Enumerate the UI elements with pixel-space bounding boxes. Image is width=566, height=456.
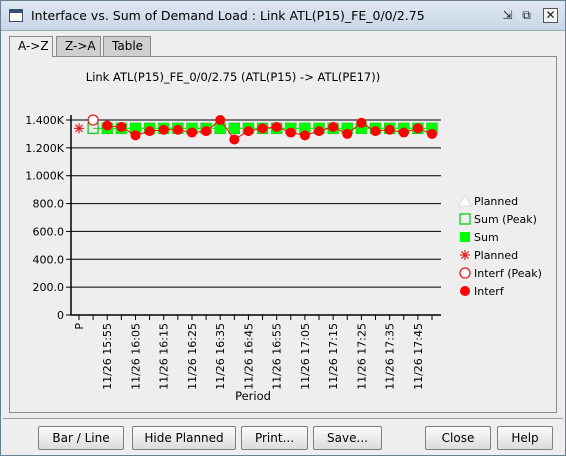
x-tick-label: 11/26 17:25: [355, 323, 368, 390]
data-point: [243, 126, 254, 137]
chart: Link ATL(P15)_FE_0/0/2.75 (ATL(P15) -> A…: [25, 70, 542, 403]
close-button[interactable]: Close: [425, 426, 491, 450]
legend-icon-square-filled: [460, 232, 470, 242]
legend-icon-asterisk: [460, 250, 470, 260]
legend-label: Planned: [474, 195, 518, 208]
help-button[interactable]: Help: [497, 426, 553, 450]
y-tick-label: 1.400K: [25, 114, 64, 127]
x-tick-label: 11/26 15:55: [101, 323, 114, 390]
data-point: [130, 130, 141, 141]
data-point: [116, 121, 127, 132]
data-point: [328, 121, 339, 132]
x-tick-label: 11/26 16:45: [242, 323, 255, 390]
data-point: [229, 134, 240, 145]
data-point: [271, 121, 282, 132]
legend-icon-circle-open: [459, 267, 471, 279]
restore-icon[interactable]: ⇲: [500, 8, 515, 23]
legend-label: Sum: [474, 231, 499, 244]
data-point: [398, 127, 409, 138]
chart-title: Link ATL(P15)_FE_0/0/2.75 (ATL(P15) -> A…: [86, 70, 380, 84]
data-point: [384, 124, 395, 135]
data-point: [285, 127, 296, 138]
chart-panel: Link ATL(P15)_FE_0/0/2.75 (ATL(P15) -> A…: [9, 56, 557, 413]
save-button[interactable]: Save...: [313, 426, 382, 450]
data-point: [186, 127, 197, 138]
x-tick-label: 11/26 17:15: [327, 323, 340, 390]
legend-icon-square-open: [459, 213, 471, 225]
data-point: [370, 126, 381, 137]
chart-window: Interface vs. Sum of Demand Load : Link …: [0, 0, 566, 456]
x-tick-label: 11/26 16:35: [214, 323, 227, 390]
y-tick-label: 0: [57, 309, 64, 322]
y-tick-label: 600.0: [33, 225, 65, 238]
data-point: [257, 123, 268, 134]
series-line: [107, 119, 433, 141]
tab-a-to-z[interactable]: A->Z: [9, 36, 53, 57]
tab-table[interactable]: Table: [103, 36, 151, 56]
data-point: [356, 117, 367, 128]
close-window-icon[interactable]: ✕: [543, 8, 558, 23]
data-point: [144, 126, 155, 137]
tab-z-to-a[interactable]: Z->A: [56, 36, 101, 56]
x-tick-label: 11/26 16:25: [186, 323, 199, 390]
y-tick-label: 400.0: [33, 253, 65, 266]
legend-label: Interf: [474, 285, 505, 298]
hide-planned-button[interactable]: Hide Planned: [132, 426, 236, 450]
x-tick-label: 11/26 17:35: [384, 323, 397, 390]
data-point: [102, 120, 113, 131]
y-tick-label: 800.0: [33, 198, 65, 211]
bar-line-button[interactable]: Bar / Line: [38, 426, 124, 450]
x-tick-label: 11/26 16:05: [129, 323, 142, 390]
legend-label: Sum (Peak): [474, 213, 537, 226]
data-point: [427, 128, 437, 139]
data-point: [229, 123, 240, 134]
print-button[interactable]: Print...: [241, 426, 308, 450]
x-tick-label: 11/26 16:15: [158, 323, 171, 390]
button-bar: Bar / Line Hide Planned Print... Save...…: [3, 418, 563, 455]
data-point: [87, 114, 99, 126]
window-title: Interface vs. Sum of Demand Load : Link …: [31, 8, 425, 23]
x-tick-label: 11/26 16:55: [271, 323, 284, 390]
data-point: [299, 130, 310, 141]
title-bar[interactable]: Interface vs. Sum of Demand Load : Link …: [1, 1, 565, 31]
data-point: [215, 115, 226, 125]
y-tick-label: 1.000K: [25, 170, 64, 183]
x-axis-label: Period: [235, 389, 271, 403]
maximize-icon[interactable]: ⧉: [519, 8, 534, 23]
data-point: [172, 124, 183, 135]
legend-label: Planned: [474, 249, 518, 262]
legend-icon-circle-filled: [460, 286, 470, 296]
x-tick-label: 11/26 17:05: [299, 323, 312, 390]
legend-icon-triangle: [458, 194, 472, 207]
data-point: [342, 128, 353, 139]
x-tick-label: P: [73, 323, 86, 330]
y-tick-label: 200.0: [33, 281, 65, 294]
data-point: [158, 124, 169, 135]
data-point: [412, 123, 423, 134]
x-tick-label: 11/26 17:45: [412, 323, 425, 390]
legend-label: Interf (Peak): [474, 267, 542, 280]
data-point: [314, 126, 325, 137]
data-point: [201, 126, 212, 137]
window-icon: [9, 9, 23, 22]
data-point: [74, 123, 84, 134]
y-tick-label: 1.200K: [25, 142, 64, 155]
